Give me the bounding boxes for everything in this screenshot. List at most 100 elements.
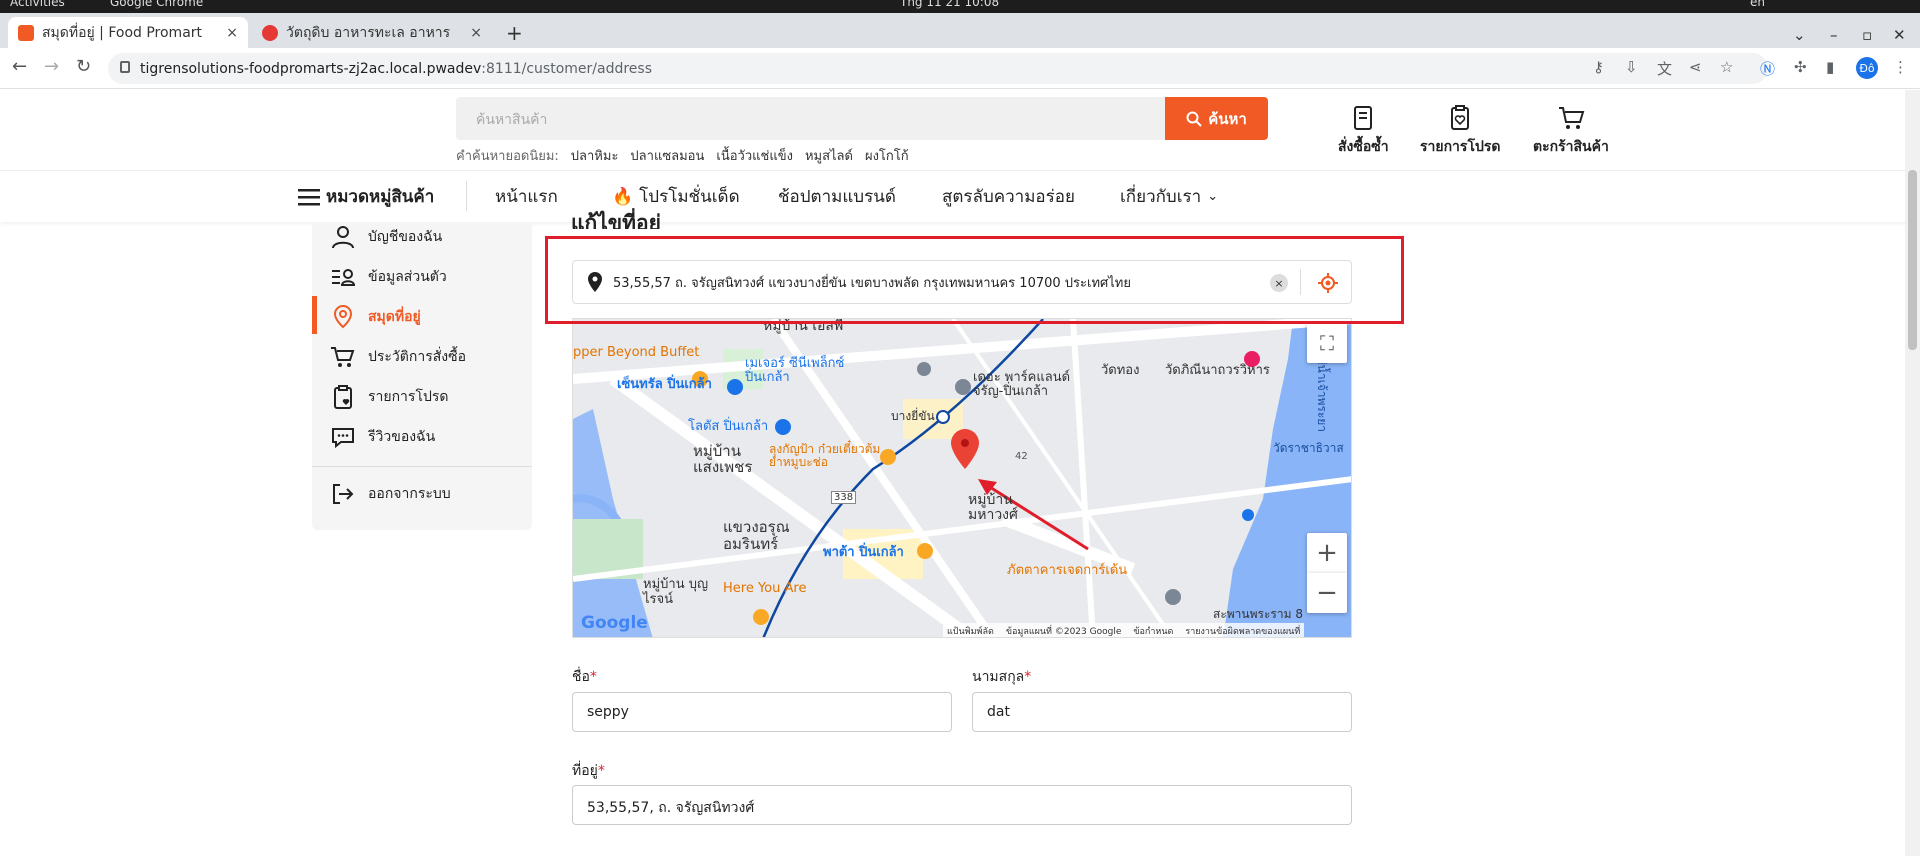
- map-data-credit: ข้อมูลแผนที่ ©2023 Google: [1005, 627, 1122, 637]
- new-tab-button[interactable]: +: [496, 17, 533, 48]
- profile-avatar[interactable]: Đô: [1856, 57, 1878, 79]
- nav-shop-by-brand[interactable]: ช้อปตามแบรนด์: [778, 183, 896, 210]
- last-name-label: นามสกุล*: [972, 669, 1032, 685]
- categories-menu-button[interactable]: หมวดหมู่สินค้า: [298, 183, 434, 210]
- lock-icon[interactable]: [120, 61, 130, 73]
- product-search-input[interactable]: ค้นหาสินค้า: [456, 97, 1166, 140]
- fullscreen-button[interactable]: ⛶: [1307, 323, 1347, 363]
- puzzle-icon[interactable]: ✣: [1794, 58, 1807, 76]
- first-name-field[interactable]: seppy: [572, 692, 952, 732]
- cart-button[interactable]: ตะกร้าสินค้า: [1533, 104, 1609, 158]
- map-label: แขวงอรุณ อมรินทร์: [723, 518, 790, 553]
- first-name-label: ชื่อ*: [572, 669, 597, 685]
- sidebar-label: ข้อมูลส่วนตัว: [368, 269, 447, 285]
- kebab-menu-icon[interactable]: ⋮: [1893, 58, 1908, 76]
- sidebar-item-profile[interactable]: ข้อมูลส่วนตัว: [330, 262, 520, 292]
- cart-history-icon: [331, 347, 355, 367]
- keyboard-shortcuts-link[interactable]: แป้นพิมพ์ลัด: [947, 624, 994, 637]
- report-error-link[interactable]: รายงานข้อผิดพลาดของแผนที่: [1185, 624, 1300, 637]
- nav-home[interactable]: หน้าแรก: [495, 183, 558, 210]
- tab-seafood[interactable]: วัตถุดิบ อาหารทะเล อาหาร ×: [252, 17, 492, 48]
- sidebar-item-wishlist[interactable]: รายการโปรด: [330, 382, 520, 412]
- zoom-out-button[interactable]: −: [1307, 573, 1347, 613]
- side-panel-icon[interactable]: ▮: [1826, 58, 1834, 76]
- last-name-field[interactable]: dat: [972, 692, 1352, 732]
- map-label: ภัตตาคารเจดการ์เด้น: [1007, 563, 1128, 578]
- address-bar[interactable]: tigrensolutions-foodpromarts-zj2ac.local…: [108, 53, 1768, 84]
- popular-keyword[interactable]: ผงโกโก้: [865, 145, 909, 166]
- search-icon: [1186, 111, 1202, 127]
- wishlist-label: รายการโปรด: [1420, 139, 1501, 155]
- install-icon[interactable]: ⇩: [1625, 58, 1638, 76]
- map-attribution: แป้นพิมพ์ลัด ข้อมูลแผนที่ ©2023 Google ข…: [943, 623, 1305, 637]
- hamburger-icon: [298, 188, 320, 205]
- address-field[interactable]: 53,55,57, ถ. จรัญสนิทวงศ์: [572, 785, 1352, 825]
- category-nav: หมวดหมู่สินค้า หน้าแรก 🔥 โปรโมชั่นเด็ด ช…: [0, 170, 1920, 222]
- clock[interactable]: Thg 11 21 10:08: [900, 0, 999, 9]
- page-title: แก้ไขที่อยู่: [571, 211, 661, 229]
- popular-keyword[interactable]: เนื้อวัวแช่แข็ง: [716, 145, 793, 166]
- os-top-bar: Activities Google Chrome Thg 11 21 10:08…: [0, 0, 1920, 13]
- road-shield: 338: [831, 491, 857, 504]
- nav-about-us[interactable]: เกี่ยวกับเรา ⌄: [1120, 183, 1218, 210]
- reorder-button[interactable]: สั่งซื้อซ้ำ: [1338, 104, 1389, 158]
- share-icon[interactable]: ⋖: [1689, 58, 1702, 76]
- sidebar-item-address-book[interactable]: สมุดที่อยู่: [330, 302, 520, 332]
- cart-label: ตะกร้าสินค้า: [1533, 139, 1609, 155]
- zoom-in-button[interactable]: +: [1307, 533, 1347, 573]
- sidebar-item-my-account[interactable]: บัญชีของฉัน: [330, 222, 520, 252]
- nav-promotions[interactable]: 🔥 โปรโมชั่นเด็ด: [612, 183, 740, 210]
- map-label: สะพานพระราม 8: [1213, 607, 1303, 621]
- popular-keyword[interactable]: ปลาหิมะ: [571, 145, 619, 166]
- tab-search-icon[interactable]: ⌄: [1793, 26, 1806, 44]
- tab-title: สมุดที่อยู่ | Food Promart: [42, 24, 203, 41]
- account-sidebar: บัญชีของฉัน ข้อมูลส่วนตัว สมุดที่อยู่ ปร…: [312, 222, 532, 530]
- categories-label: หมวดหมู่สินค้า: [326, 187, 435, 207]
- close-tab-icon[interactable]: ×: [470, 25, 482, 41]
- map-label: หมู่บ้าน บุญไรจน์: [643, 577, 709, 607]
- google-map[interactable]: หมู่บ้าน เอสพี pper Beyond Buffet เมเจอร…: [572, 318, 1352, 638]
- translate-icon[interactable]: 文: [1657, 58, 1672, 79]
- forward-arrow-icon[interactable]: →: [44, 56, 59, 77]
- bookmark-star-icon[interactable]: ☆: [1720, 58, 1733, 76]
- sidebar-item-order-history[interactable]: ประวัติการสั่งซื้อ: [330, 342, 520, 372]
- nav-promotions-label: โปรโมชั่นเด็ด: [639, 187, 740, 207]
- extension-n-icon[interactable]: Ⓝ: [1760, 58, 1775, 79]
- reload-icon[interactable]: ↻: [76, 56, 91, 77]
- popular-label: คำค้นหายอดนิยม:: [456, 149, 559, 164]
- popular-keyword[interactable]: หมูสไลด์: [805, 145, 853, 166]
- maximize-icon[interactable]: ▫: [1862, 26, 1872, 44]
- back-arrow-icon[interactable]: ←: [12, 56, 27, 77]
- map-label: วัดราชาธิวาส: [1273, 441, 1344, 455]
- page-scrollbar[interactable]: [1905, 90, 1920, 856]
- wishlist-button[interactable]: รายการโปรด: [1420, 104, 1500, 158]
- close-window-icon[interactable]: ✕: [1893, 26, 1906, 44]
- search-button[interactable]: ค้นหา: [1165, 97, 1268, 140]
- minimize-icon[interactable]: –: [1830, 26, 1838, 44]
- close-tab-icon[interactable]: ×: [226, 25, 238, 41]
- language-indicator[interactable]: en: [1750, 0, 1765, 9]
- sidebar-item-reviews[interactable]: รีวิวของฉัน: [330, 422, 520, 452]
- key-icon[interactable]: ⚷: [1593, 58, 1604, 76]
- search-button-label: ค้นหา: [1208, 109, 1247, 128]
- wishlist-icon: [1451, 105, 1470, 130]
- activities-button[interactable]: Activities: [10, 0, 65, 9]
- app-menu[interactable]: Google Chrome: [110, 0, 203, 9]
- terms-link[interactable]: ข้อกำหนด: [1133, 624, 1173, 637]
- sidebar-label: ออกจากระบบ: [368, 486, 451, 502]
- sidebar-item-logout[interactable]: ออกจากระบบ: [330, 479, 520, 509]
- nav-about-label: เกี่ยวกับเรา: [1120, 187, 1202, 207]
- popular-keyword[interactable]: ปลาแซลมอน: [630, 145, 704, 166]
- map-label: เซ็นทรัล ปิ่นเกล้า: [617, 377, 712, 392]
- location-pin-icon: [333, 304, 353, 329]
- popular-searches: คำค้นหายอดนิยม: ปลาหิมะ ปลาแซลมอน เนื้อว…: [456, 145, 909, 166]
- sidebar-label: บัญชีของฉัน: [368, 229, 443, 245]
- reorder-label: สั่งซื้อซ้ำ: [1338, 139, 1389, 155]
- tab-food-promart[interactable]: สมุดที่อยู่ | Food Promart ×: [8, 17, 248, 48]
- profile-list-icon: [332, 269, 356, 286]
- seafood-favicon-icon: [262, 24, 278, 41]
- chat-bubble-icon: [332, 428, 354, 449]
- scrollbar-thumb[interactable]: [1908, 170, 1917, 350]
- url-path: :8111/customer/address: [481, 60, 653, 77]
- nav-recipes[interactable]: สูตรลับความอร่อย: [942, 183, 1075, 210]
